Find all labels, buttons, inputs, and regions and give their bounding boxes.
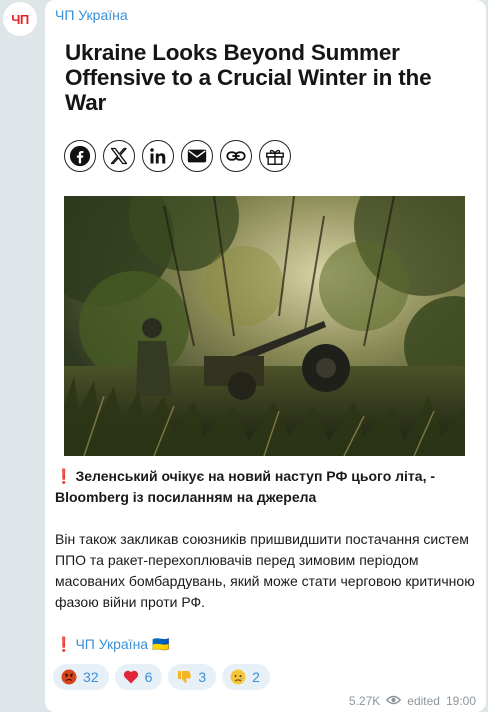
- link-icon: [226, 151, 246, 161]
- reaction-crying[interactable]: 2: [222, 664, 270, 690]
- article-photo[interactable]: [64, 196, 465, 456]
- exclamation-icon: ❗: [55, 468, 73, 484]
- share-email-button[interactable]: [181, 140, 213, 172]
- heart-icon: [123, 669, 139, 685]
- reaction-count: 3: [198, 669, 207, 685]
- article-title[interactable]: Ukraine Looks Beyond Summer Offensive to…: [65, 40, 465, 115]
- share-linkedin-button[interactable]: [142, 140, 174, 172]
- gift-icon: [266, 149, 284, 165]
- channel-name[interactable]: ЧП Україна: [55, 7, 128, 23]
- email-icon: [187, 149, 207, 163]
- reactions-bar: 32 6 3 2: [53, 664, 270, 690]
- share-bar: [64, 140, 291, 172]
- ukraine-flag-icon: 🇺🇦: [151, 636, 170, 652]
- share-facebook-button[interactable]: [64, 140, 96, 172]
- reaction-count: 6: [144, 669, 153, 685]
- angry-face-icon: [61, 669, 77, 685]
- artillery-photo-image: [64, 196, 465, 456]
- reaction-thumbs-down[interactable]: 3: [168, 664, 217, 690]
- avatar-text: ЧП: [11, 11, 29, 27]
- share-gift-button[interactable]: [259, 140, 291, 172]
- view-count: 5.27K: [348, 694, 381, 708]
- channel-avatar[interactable]: ЧП: [2, 1, 38, 37]
- share-link-button[interactable]: [220, 140, 252, 172]
- post-body: Він також закликав союзників пришвидшити…: [55, 531, 475, 610]
- crying-face-icon: [230, 669, 246, 685]
- message-time: 19:00: [445, 694, 476, 708]
- x-icon: [110, 147, 128, 165]
- message-meta: 5.27K edited 19:00: [349, 694, 476, 708]
- share-x-button[interactable]: [103, 140, 135, 172]
- exclamation-icon: ❗: [55, 636, 73, 652]
- thumbs-down-icon: [176, 669, 192, 685]
- facebook-icon: [69, 145, 91, 167]
- reaction-count: 32: [83, 669, 99, 685]
- message-bubble: ЧП Україна Ukraine Looks Beyond Summer O…: [45, 0, 486, 712]
- post-signature: ❗ ЧП Україна 🇺🇦: [55, 634, 475, 655]
- reaction-heart[interactable]: 6: [114, 664, 163, 690]
- headline-text: Зеленський очікує на новий наступ РФ цьо…: [55, 468, 436, 505]
- edited-label: edited: [407, 694, 440, 708]
- post-headline: ❗ Зеленський очікує на новий наступ РФ ць…: [55, 466, 475, 508]
- reaction-angry[interactable]: 32: [53, 664, 109, 690]
- signature-link[interactable]: ЧП Україна: [75, 636, 148, 652]
- eye-icon: [386, 694, 402, 708]
- reaction-count: 2: [252, 669, 260, 685]
- linkedin-icon: [150, 148, 166, 164]
